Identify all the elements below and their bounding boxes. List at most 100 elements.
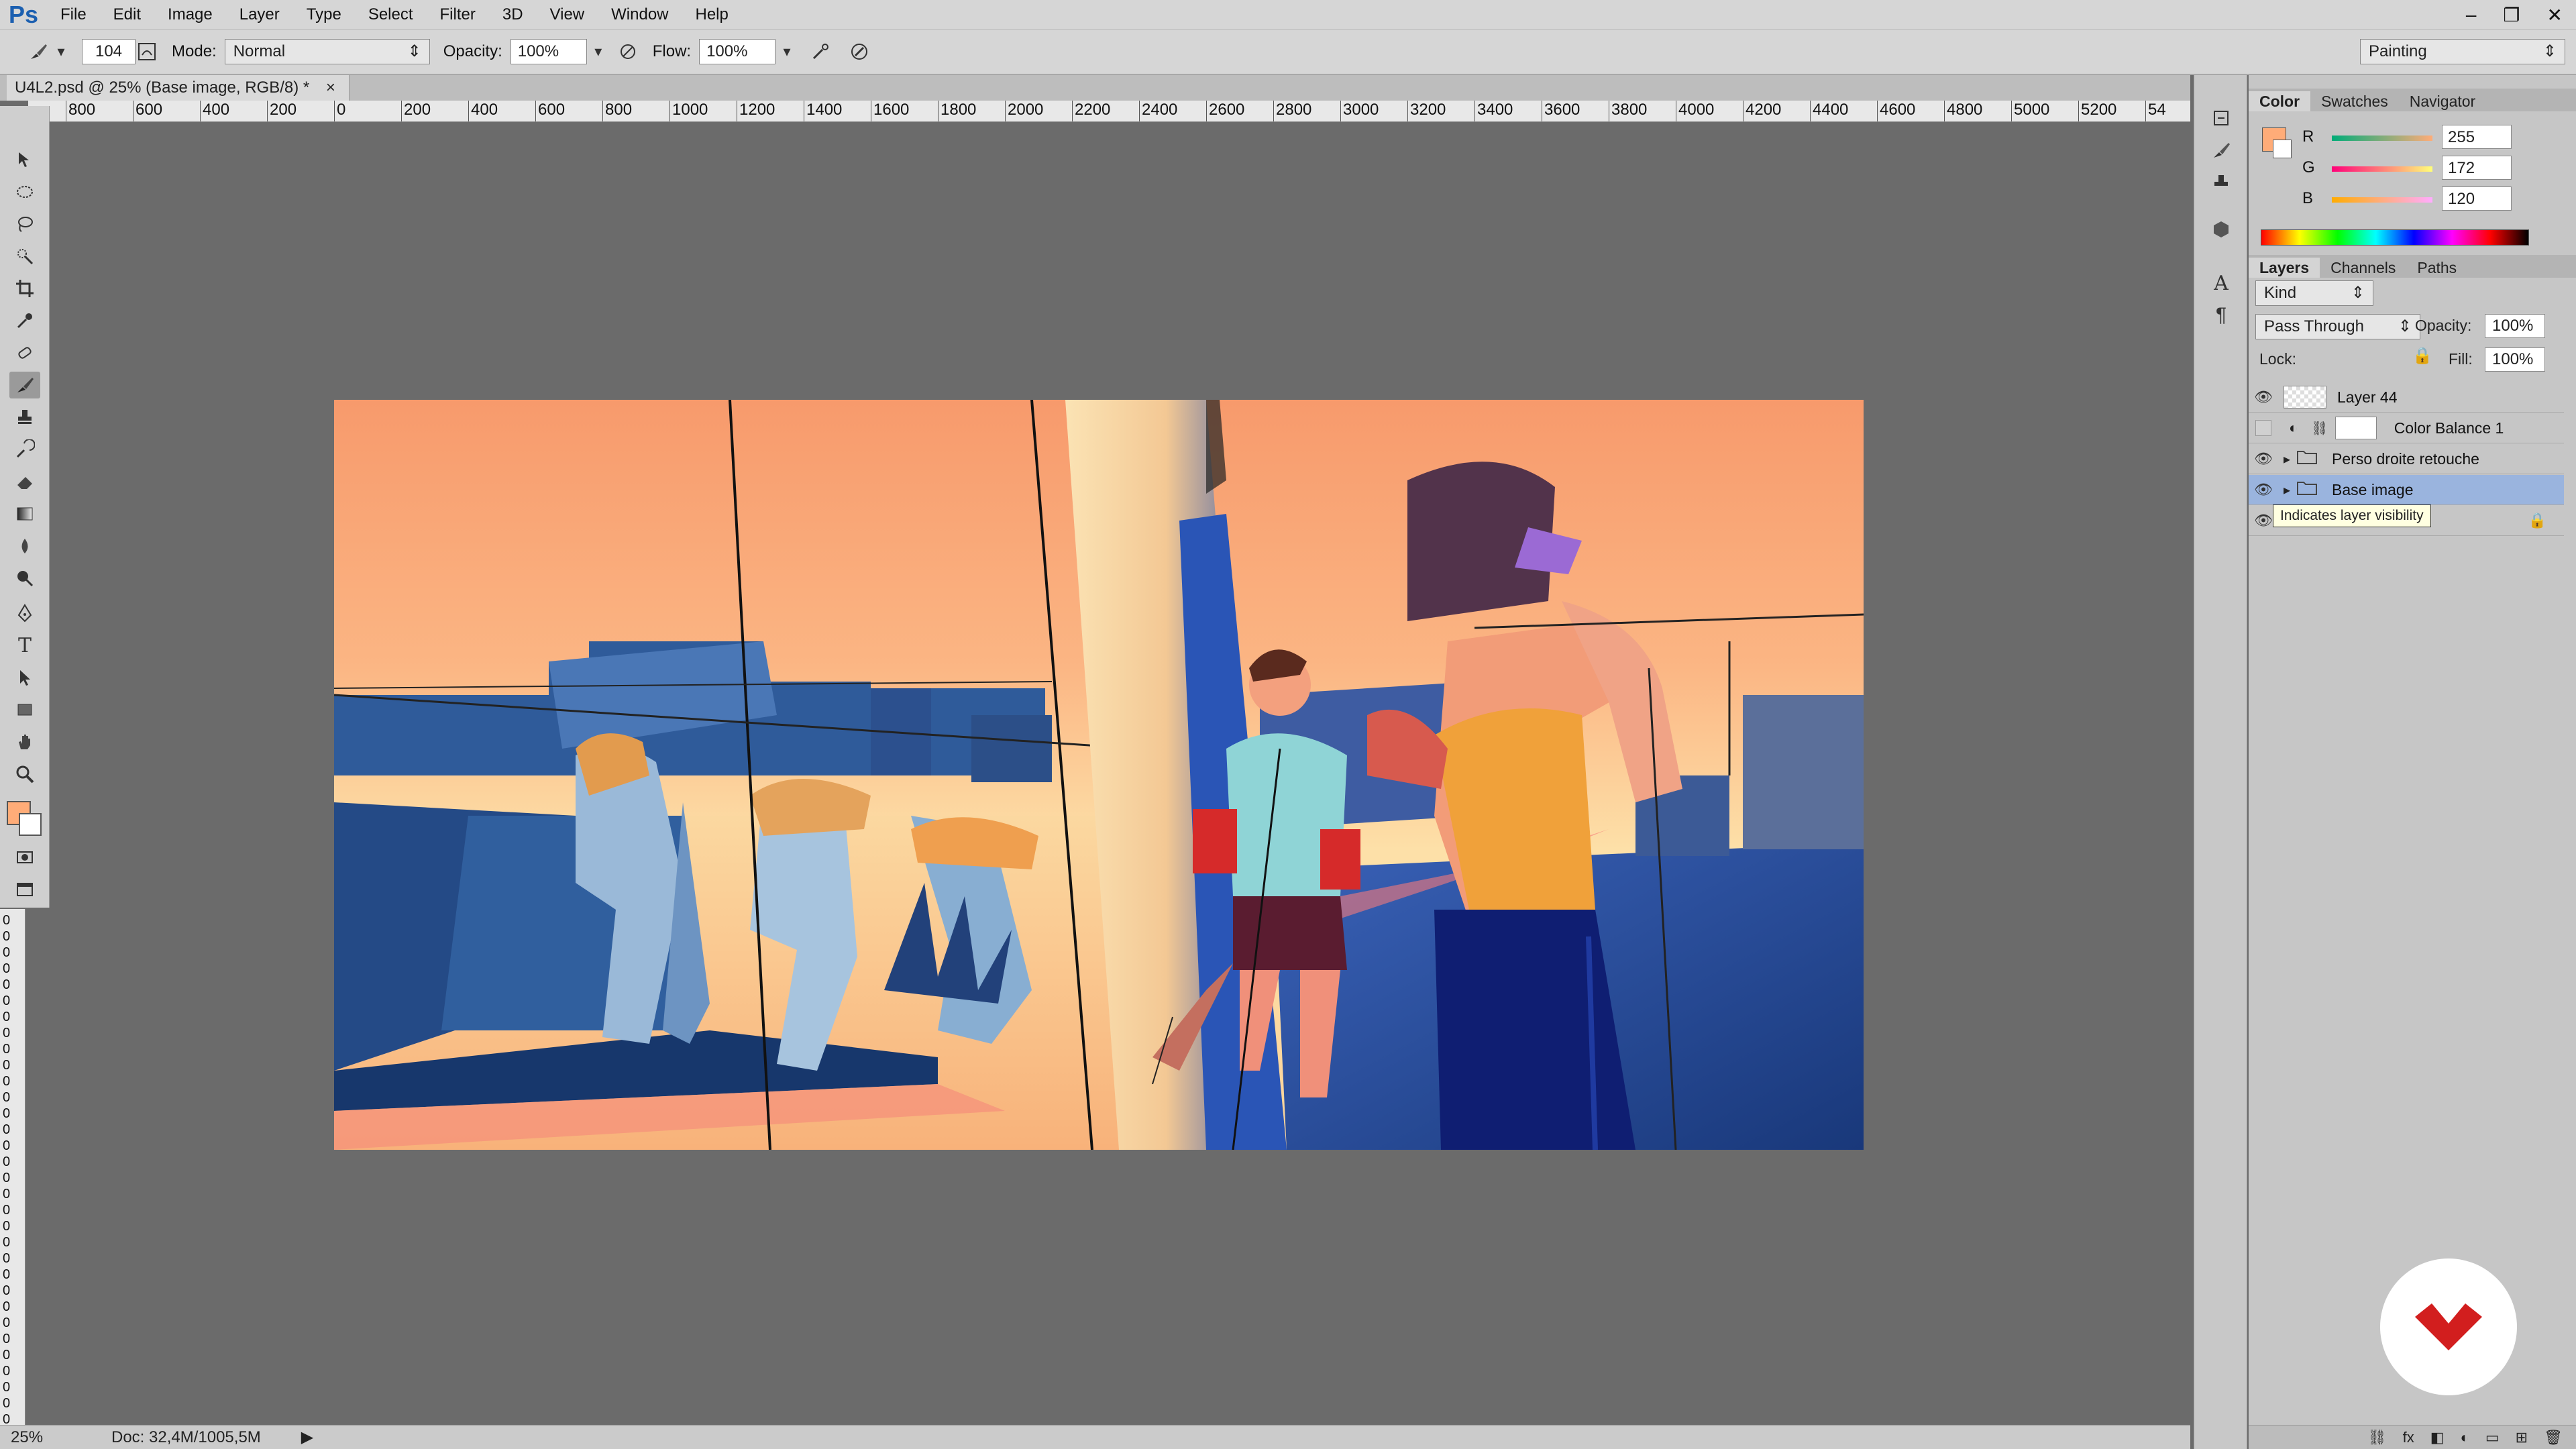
ruler-tick-label: 2400 [1142,101,1178,119]
new-adjustment-icon[interactable]: ◐ [2461,1429,2469,1446]
brush-size-field[interactable]: 104 [82,39,136,64]
close-window-button[interactable]: ✕ [2547,4,2563,26]
tab-channels[interactable]: Channels [2320,258,2406,278]
tab-swatches[interactable]: Swatches [2310,91,2399,111]
green-slider[interactable] [2332,166,2432,172]
zoom-icon[interactable] [9,761,40,788]
layer-opacity-field[interactable]: 100% [2485,314,2545,338]
eye-icon[interactable]: 👁 [2249,475,2278,504]
history-brush-icon[interactable] [9,436,40,463]
eyedropper-icon[interactable] [9,307,40,334]
visibility-box-empty[interactable] [2249,413,2278,443]
close-document-icon[interactable]: × [326,78,335,97]
brush-presets-icon[interactable] [2208,137,2235,164]
ruler-tick-label: 0 [3,945,11,960]
gradient-icon[interactable] [9,500,40,527]
layer-fill-field[interactable]: 100% [2485,347,2545,372]
chevron-right-icon[interactable]: ▸ [2284,482,2290,498]
history-panel-icon[interactable] [2208,105,2235,131]
layer-row[interactable]: 👁 Layer 44 [2249,382,2564,413]
blur-icon[interactable] [9,533,40,559]
layer-row-selected[interactable]: 👁 ▸ Base image [2249,475,2564,505]
shape-icon[interactable] [9,696,40,723]
flow-field[interactable]: 100% [699,39,776,64]
tab-color[interactable]: Color [2249,91,2311,111]
eye-icon[interactable]: 👁 [2249,382,2278,412]
quick-mask-icon[interactable] [9,844,40,871]
document-title: U4L2.psd @ 25% (Base image, RGB/8) * [15,78,310,97]
fx-icon[interactable]: fx [2403,1429,2414,1446]
blend-mode-dropdown[interactable]: Pass Through ⇕ [2255,314,2420,339]
eraser-icon[interactable] [9,468,40,495]
ruler-tick-label: 400 [203,101,230,119]
tab-paths[interactable]: Paths [2406,258,2467,278]
filter-kind-dropdown[interactable]: Kind ⇕ [2255,280,2373,306]
marquee-icon[interactable] [9,178,40,205]
3d-panel-icon[interactable] [2208,216,2235,243]
layer-row[interactable]: 👁 ▸ Perso droite retouche [2249,444,2564,474]
dodge-icon[interactable] [9,565,40,592]
new-group-icon[interactable]: ▭ [2485,1429,2500,1446]
zoom-level[interactable]: 25% [0,1428,64,1447]
chevron-right-icon[interactable]: ▸ [2284,451,2290,468]
minimize-button[interactable]: – [2466,4,2477,25]
pen-icon[interactable] [9,600,40,627]
brush-panel-toggle-icon[interactable] [136,40,158,64]
blue-slider[interactable] [2332,197,2432,203]
character-panel-icon[interactable]: A [2208,270,2235,297]
document-canvas[interactable] [334,400,1864,1150]
menu-3d[interactable]: 3D [489,0,537,30]
move-icon[interactable] [9,146,40,173]
link-layers-icon[interactable]: ⛓ [2368,1429,2387,1446]
blue-value-field[interactable]: 120 [2442,186,2512,211]
tab-navigator[interactable]: Navigator [2399,91,2486,111]
menu-image[interactable]: Image [154,0,226,30]
menu-type[interactable]: Type [293,0,355,30]
menu-filter[interactable]: Filter [427,0,489,30]
tab-layers[interactable]: Layers [2249,258,2320,278]
menu-view[interactable]: View [537,0,598,30]
green-value-field[interactable]: 172 [2442,156,2512,180]
document-tab[interactable]: U4L2.psd @ 25% (Base image, RGB/8) * × [7,75,350,101]
brush-tool-icon[interactable] [9,372,40,398]
clone-source-icon[interactable] [2208,169,2235,196]
menu-help[interactable]: Help [682,0,742,30]
crop-icon[interactable] [9,275,40,302]
menu-edit[interactable]: Edit [100,0,154,30]
red-value-field[interactable]: 255 [2442,125,2512,149]
screen-mode-icon[interactable] [9,876,40,903]
menu-layer[interactable]: Layer [226,0,293,30]
quick-select-icon[interactable] [9,243,40,270]
type-icon[interactable]: T [9,632,40,659]
paragraph-panel-icon[interactable]: ¶ [2208,302,2235,329]
pressure-size-icon[interactable] [848,40,871,64]
lock-all-icon[interactable]: 🔒 [2412,346,2432,366]
opacity-field[interactable]: 100% [510,39,587,64]
workspace-dropdown[interactable]: Painting ⇕ [2360,39,2565,64]
layer-row[interactable]: ◐ ⛓ Color Balance 1 [2249,413,2564,443]
hand-icon[interactable] [9,729,40,755]
flow-dropdown-icon[interactable]: ▾ [775,40,798,64]
brush-preset-dropdown-icon[interactable]: ▾ [50,40,72,64]
opacity-dropdown-icon[interactable]: ▾ [587,40,610,64]
trash-icon[interactable]: 🗑 [2544,1429,2563,1446]
stamp-icon[interactable] [9,404,40,431]
menu-window[interactable]: Window [598,0,682,30]
new-layer-icon[interactable]: ⊞ [2516,1429,2528,1446]
brush-icon[interactable] [27,40,50,64]
restore-button[interactable]: ❐ [2503,4,2520,26]
healing-icon[interactable] [9,339,40,366]
color-spectrum-ramp[interactable] [2261,229,2529,246]
menu-file[interactable]: File [47,0,100,30]
pressure-opacity-icon[interactable] [616,40,639,64]
mode-dropdown[interactable]: Normal ⇕ [224,39,430,64]
path-select-icon[interactable] [9,664,40,691]
menu-select[interactable]: Select [355,0,427,30]
airbrush-icon[interactable] [809,40,832,64]
add-mask-icon[interactable]: ◧ [2430,1429,2445,1446]
red-slider[interactable] [2332,136,2432,141]
background-color-swatch[interactable] [19,813,42,836]
eye-icon[interactable]: 👁 [2249,444,2278,474]
lasso-icon[interactable] [9,211,40,237]
status-menu-icon[interactable]: ▶ [301,1428,313,1447]
